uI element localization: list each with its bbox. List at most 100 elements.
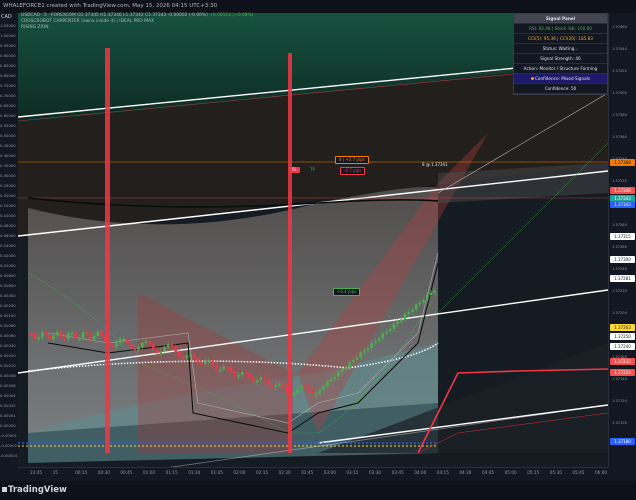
price-badge: 1.37343: [610, 201, 635, 208]
left-scale-tick: 0.00001: [0, 413, 16, 418]
left-price-scale[interactable]: CAD 1.05000 1.00000 0.95000 0.90000 0.85000 0…: [0, 13, 18, 467]
left-scale-tick: 0.80000: [0, 73, 16, 78]
left-scale-tick: 0.00010: [0, 363, 16, 368]
time-tick: 15: [52, 470, 58, 475]
left-scale-tick: 0.20000: [0, 193, 16, 198]
ohlc-values: O1.37345 H1.37346 L1.37342 C1.37343 -0.0…: [77, 13, 208, 18]
right-scale-tick: 1.37440: [612, 47, 627, 51]
confidence-dot-icon: [530, 77, 534, 80]
price-badge: 1.37263: [610, 324, 635, 331]
indicator-2[interactable]: RISING ZION: [21, 25, 254, 31]
time-tick: 02:15: [256, 470, 269, 475]
change-value: +0.00114 (+0.08%): [209, 13, 254, 18]
position-price-tag: 8 @ 1.37341: [422, 162, 448, 167]
time-tick: 03:15: [346, 470, 359, 475]
chart-title: WHALEFORCE1 created with TradingView.com…: [0, 0, 636, 13]
time-tick: 03:30: [369, 470, 382, 475]
time-axis[interactable]: 23:45 15 00:15 00:30 00:45 01:00 01:15 01:30 01:…: [18, 467, 608, 481]
mid-pips-tag: +6.4 pips: [333, 288, 361, 296]
symbol-line: USDCAD · 5 · FOREXCOM: [21, 13, 76, 18]
time-tick: 04:30: [459, 470, 472, 475]
left-scale-tick: 0.25000: [0, 183, 16, 188]
left-scale-tick: -0.00002: [0, 443, 18, 448]
time-tick: 05:45: [572, 470, 585, 475]
left-scale-tick: 0.00002: [0, 403, 16, 408]
time-tick: 02:00: [233, 470, 246, 475]
right-scale-tick: 1.37260: [612, 245, 627, 249]
right-scale-tick: 1.37240: [612, 267, 627, 271]
time-tick: 04:15: [436, 470, 449, 475]
time-tick: 00:30: [97, 470, 110, 475]
time-tick: 00:15: [75, 470, 88, 475]
time-tick: 02:45: [301, 470, 314, 475]
tp-label: TP: [307, 167, 318, 173]
footer: TradingView: [0, 481, 636, 500]
left-scale-tick: 0.00040: [0, 343, 16, 348]
time-tick: 05:00: [504, 470, 517, 475]
right-scale-tick: 1.37460: [612, 25, 627, 29]
price-badge: 1.37315: [610, 233, 635, 240]
time-tick: 06:00: [595, 470, 608, 475]
signal-panel[interactable]: Signal Panel RSI: 92.48 | Stoch %K: 100.…: [513, 13, 608, 95]
price-badge: 1.37300: [610, 256, 635, 263]
sl-label: SL: [289, 167, 300, 173]
currency-label: CAD: [1, 14, 12, 20]
time-tick: 02:30: [278, 470, 291, 475]
cci-row: CCI(5): 95.36 | CCI(20): 185.83: [514, 34, 607, 44]
right-scale-tick: 1.37200: [612, 311, 627, 315]
left-scale-tick: 0.00800: [0, 273, 16, 278]
left-scale-tick: 0.00020: [0, 353, 16, 358]
right-scale-tick: 1.37220: [612, 289, 627, 293]
left-scale-tick: 0.75000: [0, 83, 16, 88]
action-row: Action: Monitor / Structure Forming: [514, 64, 607, 74]
time-tick: 00:45: [120, 470, 133, 475]
price-badge: 1.37240: [610, 343, 635, 350]
left-scale-tick: -0.00004: [0, 453, 18, 458]
status-row: Status: Waiting...: [514, 44, 607, 54]
left-scale-tick: 0.50000: [0, 133, 16, 138]
left-scale-tick: 0.04000: [0, 243, 16, 248]
left-scale-tick: 0.08000: [0, 223, 16, 228]
left-scale-tick: 0.65000: [0, 103, 16, 108]
confidence-value-row: Confidence: 50: [514, 84, 607, 94]
time-tick: 01:00: [143, 470, 156, 475]
left-scale-tick: 0.00100: [0, 313, 16, 318]
left-scale-tick: 0.00600: [0, 283, 16, 288]
price-badge: 1.37232: [610, 358, 635, 365]
time-tick: 23:45: [30, 470, 43, 475]
tradingview-logo-icon: [2, 487, 7, 492]
profit-tag-top: 8 | +2.7 pips: [335, 156, 369, 164]
right-scale-tick: 1.37120: [612, 399, 627, 403]
right-scale-tick: 1.37280: [612, 223, 627, 227]
left-scale-tick: 0.00200: [0, 303, 16, 308]
left-scale-tick: -0.00001: [0, 433, 18, 438]
tradingview-brand[interactable]: TradingView: [8, 485, 67, 495]
price-badge: 1.37281: [610, 275, 635, 282]
time-tick: 01:30: [188, 470, 201, 475]
right-scale-tick: 1.37360: [612, 135, 627, 139]
left-scale-tick: 1.00000: [0, 33, 16, 38]
time-tick: 04:45: [482, 470, 495, 475]
right-scale-tick: 1.37420: [612, 69, 627, 73]
time-tick: 03:00: [323, 470, 336, 475]
right-scale-tick: 1.37140: [612, 377, 627, 381]
time-tick: 05:30: [549, 470, 562, 475]
left-scale-tick: 0.45000: [0, 143, 16, 148]
right-scale-tick: 1.37400: [612, 91, 627, 95]
left-scale-tick: 1.05000: [0, 23, 16, 28]
left-scale-tick: 0.00004: [0, 393, 16, 398]
left-scale-tick: 0.00000: [0, 423, 16, 428]
left-scale-tick: 0.70000: [0, 93, 16, 98]
chart-legend[interactable]: USDCAD · 5 · FOREXCOM O1.37345 H1.37346 …: [21, 13, 254, 31]
signal-panel-header: Signal Panel: [514, 14, 607, 24]
left-scale-tick: 0.30000: [0, 173, 16, 178]
confidence-label: Confidence: Mixed Signals: [534, 76, 591, 81]
time-tick: 05:15: [527, 470, 540, 475]
time-tick: 01:15: [165, 470, 178, 475]
left-scale-tick: 0.15000: [0, 203, 16, 208]
right-price-scale[interactable]: 1.37460 1.37440 1.37420 1.37400 1.37380 1.373…: [608, 13, 636, 467]
left-scale-tick: 0.00008: [0, 373, 16, 378]
price-badge: 1.37348: [610, 187, 635, 194]
time-tick: 01:45: [210, 470, 223, 475]
left-scale-tick: 0.00006: [0, 383, 16, 388]
